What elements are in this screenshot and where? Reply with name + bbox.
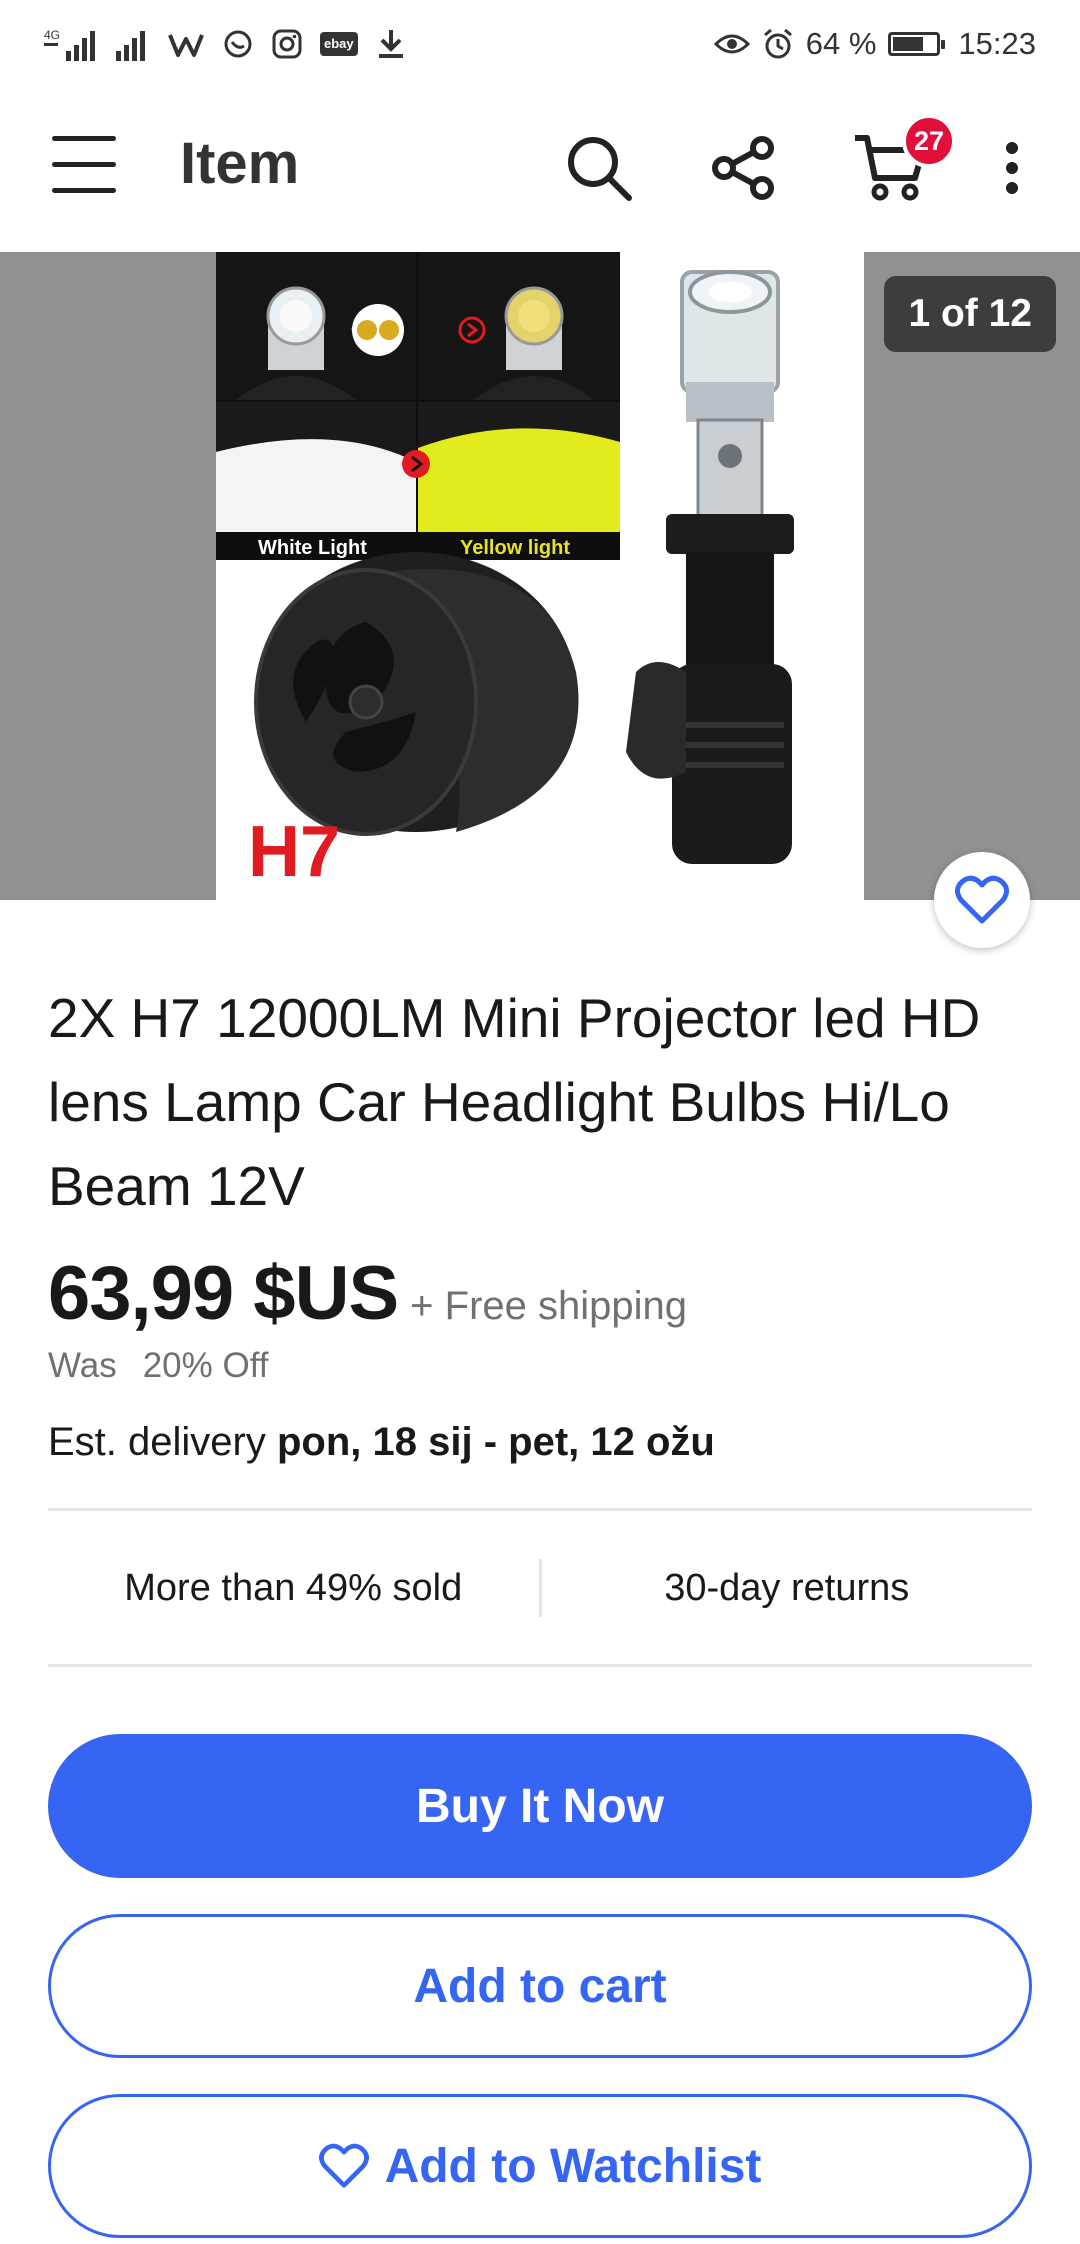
watch-heart-button[interactable] <box>934 852 1030 948</box>
cart-count-badge: 27 <box>902 114 956 168</box>
cart-button[interactable]: 27 <box>848 114 956 210</box>
heart-icon <box>318 2143 369 2188</box>
discount-label: 20% Off <box>142 1346 269 1385</box>
app-header: Item 27 <box>0 86 1080 252</box>
was-label: Was <box>48 1346 117 1385</box>
signal-icon <box>116 27 150 61</box>
more-options-button[interactable] <box>972 126 1052 210</box>
eye-icon <box>713 30 750 58</box>
share-button[interactable] <box>702 126 786 210</box>
estimated-delivery: Est. delivery pon, 18 sij - pet, 12 ožu <box>48 1420 715 1465</box>
svg-text:White Light: White Light <box>258 537 367 559</box>
listing-stats: More than 49% sold 30-day returns <box>48 1510 1032 1666</box>
instagram-icon <box>272 29 302 59</box>
buy-it-now-button[interactable]: Buy It Now <box>48 1734 1032 1878</box>
menu-icon <box>52 136 116 141</box>
more-vert-icon <box>1006 142 1018 194</box>
add-to-watchlist-label: Add to Watchlist <box>384 2139 762 2193</box>
add-to-cart-button[interactable]: Add to cart <box>48 1914 1032 2058</box>
app-w-icon <box>168 29 204 59</box>
sold-stat: More than 49% sold <box>124 1566 463 1609</box>
delivery-dates: pon, 18 sij - pet, 12 ožu <box>276 1420 715 1464</box>
signal-4g-icon: 4G <box>44 27 98 61</box>
search-button[interactable] <box>557 126 641 210</box>
price: 63,99 $US <box>48 1251 399 1336</box>
shipping-info: + Free shipping <box>410 1284 687 1328</box>
returns-stat: 30-day returns <box>664 1566 910 1609</box>
status-right-icons: 64 % 15:23 <box>713 22 1036 66</box>
ebay-icon: ebay <box>320 32 358 56</box>
battery-fill <box>893 37 923 51</box>
svg-text:4G: 4G <box>44 28 60 42</box>
status-bar: 4G ebay 64 % 15:23 <box>0 0 1080 86</box>
share-icon <box>712 136 774 200</box>
delivery-label: Est. delivery <box>48 1420 266 1464</box>
image-counter: 1 of 12 <box>884 276 1056 352</box>
menu-icon-bar <box>52 162 116 167</box>
download-icon <box>376 28 406 60</box>
status-left-icons: 4G ebay <box>44 22 406 66</box>
whatsapp-icon <box>222 28 254 60</box>
menu-button[interactable] <box>52 136 116 198</box>
add-to-watchlist-button[interactable]: Add to Watchlist <box>48 2094 1032 2238</box>
was-price-row: Was 20% Off <box>48 1346 269 1386</box>
divider <box>48 1664 1032 1667</box>
battery-icon <box>888 32 946 56</box>
image-gallery[interactable]: + White Light Yellow light <box>0 252 1080 900</box>
svg-text:H7: H7 <box>248 812 340 892</box>
heart-icon <box>955 875 1009 924</box>
product-image[interactable]: + White Light Yellow light <box>216 252 864 900</box>
search-icon <box>568 137 632 201</box>
svg-text:Yellow light: Yellow light <box>460 537 570 559</box>
menu-icon-bar <box>52 188 116 193</box>
alarm-icon <box>762 28 794 60</box>
price-row: 63,99 $US + Free shipping <box>48 1250 687 1337</box>
listing-title: 2X H7 12000LM Mini Projector led HD lens… <box>48 987 981 1217</box>
product-photo: + White Light Yellow light <box>216 252 794 892</box>
page-title: Item <box>180 131 300 196</box>
clock: 15:23 <box>958 26 1036 61</box>
battery-percent: 64 % <box>805 26 877 61</box>
